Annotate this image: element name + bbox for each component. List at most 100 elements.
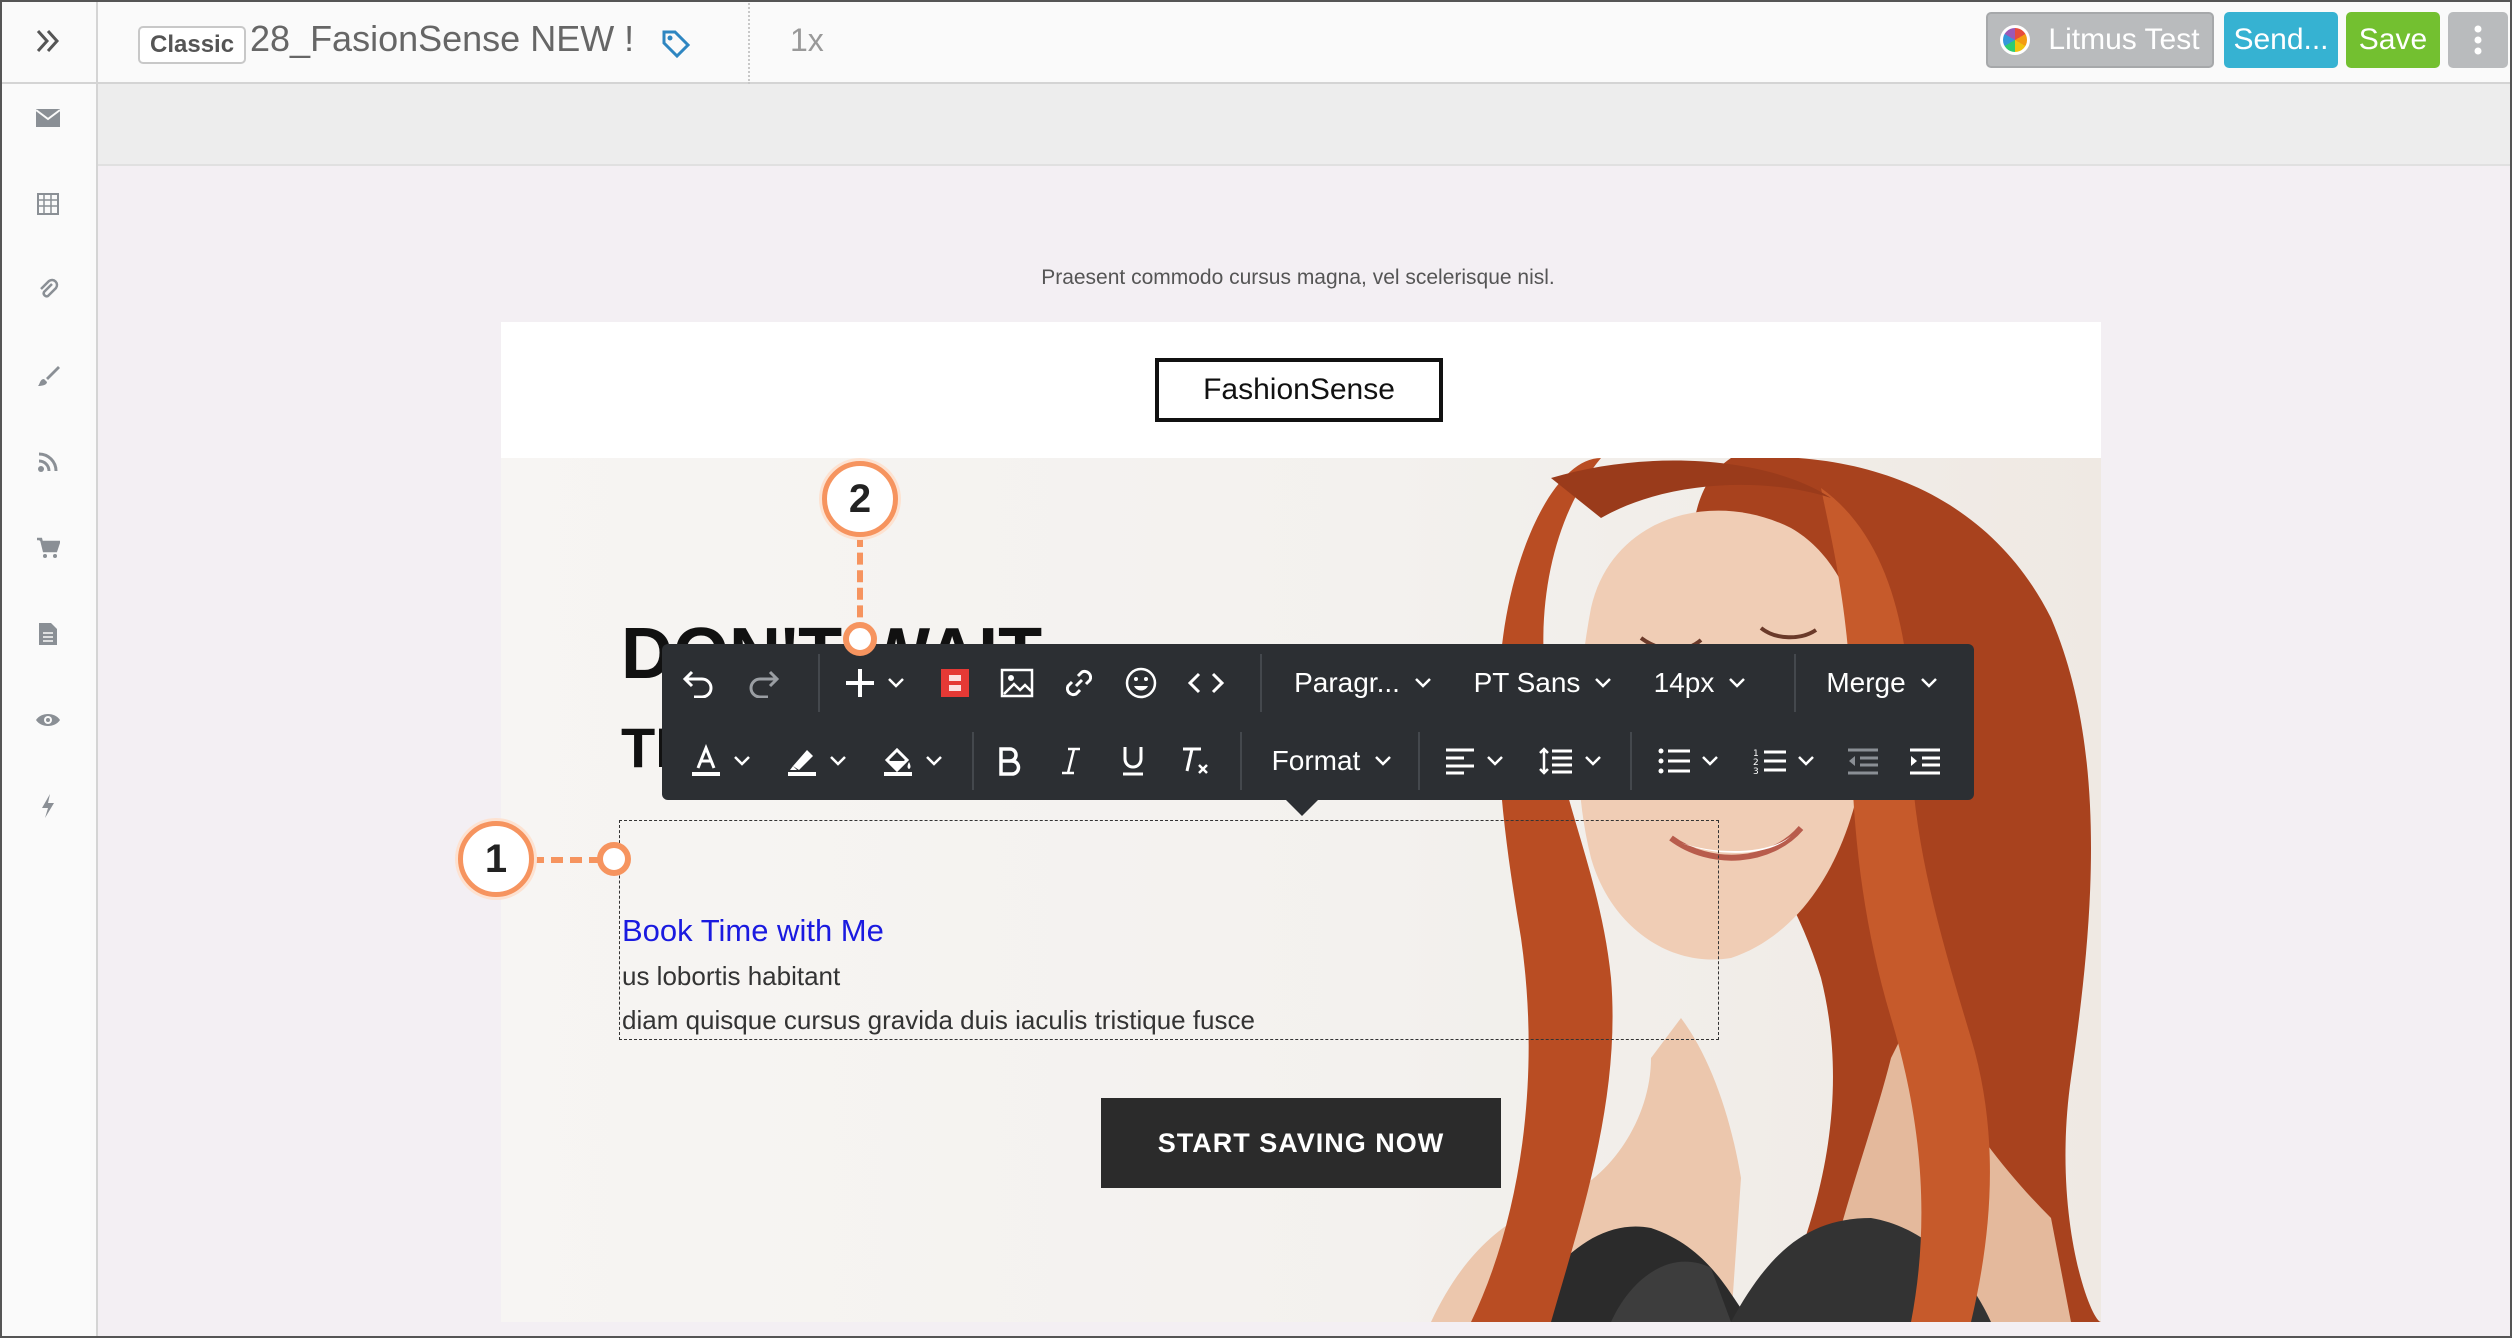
clear-formatting-button[interactable] xyxy=(1170,734,1220,788)
sidebar-item-rss[interactable] xyxy=(0,432,96,492)
format-dropdown[interactable]: Format xyxy=(1262,734,1402,788)
bold-button[interactable] xyxy=(984,734,1034,788)
redo-icon xyxy=(749,670,780,698)
cart-icon xyxy=(37,537,60,558)
bold-icon xyxy=(999,747,1021,776)
toolbar-divider xyxy=(1240,732,1242,790)
background-color-button[interactable] xyxy=(872,734,952,788)
insert-link-button[interactable] xyxy=(1054,656,1104,710)
body-text-line: us lobortis habitant xyxy=(622,961,841,991)
format-label: Format xyxy=(1271,745,1361,776)
italic-icon xyxy=(1062,747,1080,775)
more-options-button[interactable] xyxy=(2448,12,2508,68)
sidebar-item-grid[interactable] xyxy=(0,174,96,234)
toolbar-row-2: Format 123 xyxy=(662,722,1974,800)
rss-icon xyxy=(38,452,58,472)
email-preheader[interactable]: Praesent commodo cursus magna, vel scele… xyxy=(98,266,2498,290)
emoji-button[interactable] xyxy=(1116,656,1166,710)
toolbar-divider xyxy=(1630,732,1632,790)
chevron-down-icon xyxy=(1415,678,1431,688)
font-size-value: 14px xyxy=(1653,667,1715,698)
expand-sidebar-button[interactable] xyxy=(0,0,96,84)
body-text-line: diam quisque cursus gravida duis iaculis… xyxy=(622,1005,1255,1035)
undo-icon xyxy=(682,670,713,698)
paint-bucket-icon xyxy=(884,747,912,776)
selected-text-block[interactable]: Book Time with Me us lobortis habitant d… xyxy=(619,820,1719,1040)
link-icon xyxy=(1065,669,1093,697)
font-size-dropdown[interactable]: 14px xyxy=(1642,656,1758,710)
italic-button[interactable] xyxy=(1046,734,1096,788)
book-time-link[interactable]: Book Time with Me xyxy=(622,913,884,949)
chevron-down-icon xyxy=(1798,756,1814,766)
align-left-icon xyxy=(1446,748,1474,775)
text-color-icon xyxy=(692,744,720,776)
font-family-value: PT Sans xyxy=(1473,667,1581,698)
indent-icon xyxy=(1910,748,1940,775)
toolbar-divider xyxy=(1260,654,1262,712)
indent-button[interactable] xyxy=(1900,734,1950,788)
font-family-dropdown[interactable]: PT Sans xyxy=(1462,656,1624,710)
sidebar-item-pages[interactable] xyxy=(0,604,96,664)
email-body: FashionSense TI Book Time with Me us lob… xyxy=(501,322,2101,1322)
callout-1-anchor xyxy=(597,842,631,876)
paragraph-style-dropdown[interactable]: Paragr... xyxy=(1282,656,1444,710)
insert-button[interactable] xyxy=(834,656,914,710)
sidebar-item-design[interactable] xyxy=(0,346,96,406)
grid-icon xyxy=(37,193,59,215)
editor-mode-badge: Classic xyxy=(138,26,247,64)
save-button[interactable]: Save xyxy=(2346,12,2440,68)
text-color-button[interactable] xyxy=(680,734,760,788)
canvas-header-band xyxy=(98,84,2510,166)
callout-2-leader xyxy=(857,535,863,635)
chevron-down-icon xyxy=(926,756,942,766)
email-logo[interactable]: FashionSense xyxy=(1155,358,1443,422)
chevron-down-icon xyxy=(830,756,846,766)
divider xyxy=(748,0,750,84)
send-button[interactable]: Send... xyxy=(2224,12,2338,68)
undo-button[interactable] xyxy=(674,656,724,710)
sidebar-item-mail[interactable] xyxy=(0,88,96,148)
numbered-list-icon: 123 xyxy=(1753,749,1786,776)
highlight-color-button[interactable] xyxy=(776,734,856,788)
sidebar-item-commerce[interactable] xyxy=(0,518,96,578)
callout-1-badge: 1 xyxy=(458,821,534,897)
paperclip-icon xyxy=(40,278,59,298)
insert-image-button[interactable] xyxy=(992,656,1042,710)
litmus-test-button[interactable]: Litmus Test xyxy=(1986,12,2214,68)
outdent-button[interactable] xyxy=(1838,734,1888,788)
redo-button[interactable] xyxy=(738,656,788,710)
bolt-icon xyxy=(42,794,54,818)
plus-icon xyxy=(846,669,874,697)
hero-section: DON'T WAIT TI Book Time with Me us lobor… xyxy=(501,458,2101,1322)
brush-icon xyxy=(38,366,60,386)
chevron-down-icon xyxy=(1920,678,1937,688)
line-height-dropdown[interactable] xyxy=(1530,734,1610,788)
chevron-down-icon xyxy=(888,678,904,688)
document-title[interactable]: 28_FasionSense NEW ! xyxy=(250,18,634,60)
sidebar-item-attachments[interactable] xyxy=(0,260,96,320)
merge-tags-dropdown[interactable]: Merge xyxy=(1812,656,1952,710)
chevron-down-icon xyxy=(1729,678,1746,688)
special-block-button[interactable] xyxy=(930,656,980,710)
chevron-down-icon xyxy=(1487,756,1503,766)
sidebar-item-preview[interactable] xyxy=(0,690,96,750)
chevron-down-icon xyxy=(1702,756,1718,766)
toolbar-divider xyxy=(972,732,974,790)
bullet-list-dropdown[interactable] xyxy=(1648,734,1728,788)
sidebar-item-automation[interactable] xyxy=(0,776,96,836)
svg-text:3: 3 xyxy=(1753,767,1759,776)
underline-icon xyxy=(1123,747,1143,776)
align-dropdown[interactable] xyxy=(1434,734,1514,788)
tag-button[interactable] xyxy=(658,26,694,62)
image-icon xyxy=(1000,668,1034,698)
rich-text-toolbar: Paragr... PT Sans 14px Merge Format 1 2 … xyxy=(662,644,1974,800)
source-code-button[interactable] xyxy=(1178,656,1234,710)
merge-tags-label: Merge xyxy=(1826,667,1906,698)
zoom-level[interactable]: 1x xyxy=(790,22,824,59)
numbered-list-dropdown[interactable]: 123 xyxy=(1744,734,1824,788)
mail-icon xyxy=(35,109,61,127)
tag-icon xyxy=(662,30,691,59)
start-saving-button[interactable]: START SAVING NOW xyxy=(1101,1098,1501,1188)
clear-format-icon xyxy=(1183,747,1208,774)
underline-button[interactable] xyxy=(1108,734,1158,788)
